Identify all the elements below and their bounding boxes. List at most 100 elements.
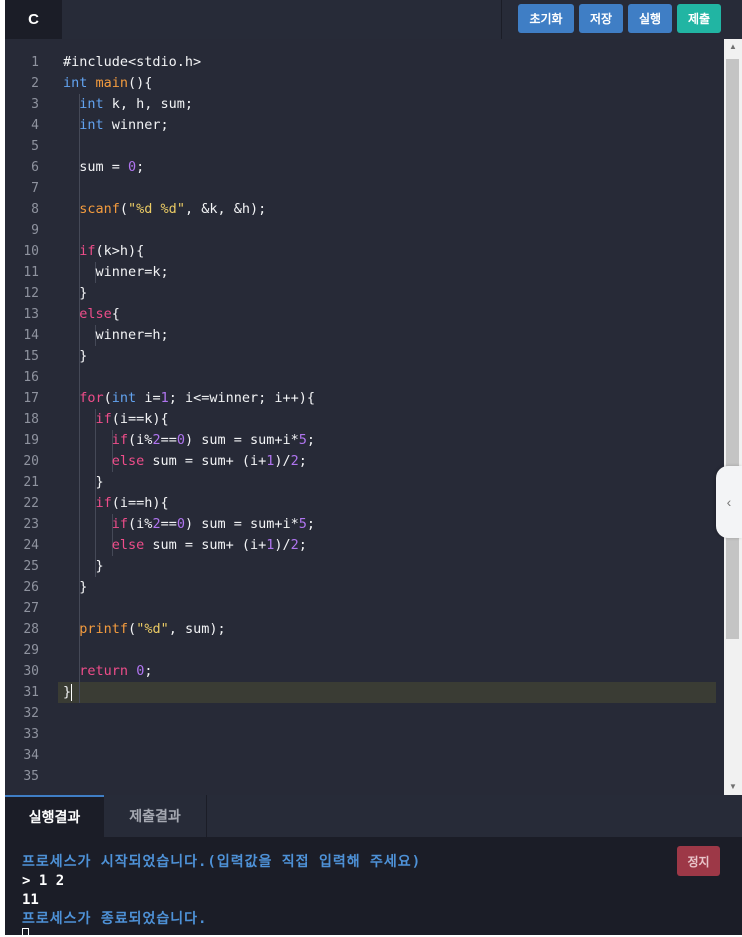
code-text: winner=h; bbox=[63, 327, 169, 343]
line-number: 5 bbox=[31, 139, 39, 154]
code-text: #include<stdio.h> bbox=[63, 54, 202, 70]
line-number: 6 bbox=[31, 160, 39, 175]
code-text: if(i%2==0) sum = sum+i*5; bbox=[111, 432, 316, 448]
submit-button[interactable]: 제출 bbox=[677, 4, 721, 33]
console-output[interactable]: 프로세스가 시작되었습니다.(입력값을 직접 입력해 주세요) > 1 2 11… bbox=[22, 853, 421, 929]
code-line[interactable]: 27 bbox=[5, 598, 724, 619]
text-cursor bbox=[71, 683, 73, 701]
code-line[interactable]: 31} bbox=[5, 682, 724, 703]
line-number: 2 bbox=[31, 76, 39, 91]
code-line[interactable]: 11 winner=k; bbox=[5, 262, 724, 283]
terminal-cursor bbox=[22, 928, 29, 937]
code-line[interactable]: 7 bbox=[5, 178, 724, 199]
code-line[interactable]: 19 if(i%2==0) sum = sum+i*5; bbox=[5, 430, 724, 451]
code-line[interactable]: 22 if(i==h){ bbox=[5, 493, 724, 514]
code-line[interactable]: 10 if(k>h){ bbox=[5, 241, 724, 262]
code-editor[interactable]: 1 #include<stdio.h> 2 int main(){ 3 int k, h… bbox=[5, 39, 724, 795]
code-text: else sum = sum+ (i+1)/2; bbox=[111, 453, 307, 469]
code-line[interactable]: 32 bbox=[5, 703, 724, 724]
code-line[interactable]: 28 printf("%d", sum); bbox=[5, 619, 724, 640]
line-number: 32 bbox=[23, 706, 39, 721]
line-number: 13 bbox=[23, 307, 39, 322]
line-number: 1 bbox=[31, 55, 39, 70]
code-text: else{ bbox=[79, 306, 120, 322]
code-line[interactable]: 21 } bbox=[5, 472, 724, 493]
code-line[interactable]: 4 int winner; bbox=[5, 115, 724, 136]
toolbar-divider bbox=[501, 0, 502, 39]
editor-toolbar: C 초기화 저장 실행 제출 bbox=[5, 0, 742, 39]
code-line[interactable]: 2 int main(){ bbox=[5, 73, 724, 94]
code-line[interactable]: 26 } bbox=[5, 577, 724, 598]
code-text: int winner; bbox=[79, 117, 169, 133]
line-number: 15 bbox=[23, 349, 39, 364]
reset-button[interactable]: 초기화 bbox=[518, 4, 574, 33]
code-line[interactable]: 25 } bbox=[5, 556, 724, 577]
code-line[interactable]: 9 bbox=[5, 220, 724, 241]
line-number: 30 bbox=[23, 664, 39, 679]
bottom-panel: 실행결과 제출결과 정지 프로세스가 시작되었습니다.(입력값을 직접 입력해 … bbox=[5, 795, 742, 937]
line-number: 19 bbox=[23, 433, 39, 448]
code-line[interactable]: 29 bbox=[5, 640, 724, 661]
line-number: 21 bbox=[23, 475, 39, 490]
save-button[interactable]: 저장 bbox=[579, 4, 623, 33]
line-number: 7 bbox=[31, 181, 39, 196]
line-number: 4 bbox=[31, 118, 39, 133]
line-number: 29 bbox=[23, 643, 39, 658]
code-line[interactable]: 34 bbox=[5, 745, 724, 766]
code-line[interactable]: 3 int k, h, sum; bbox=[5, 94, 724, 115]
code-line[interactable]: 1 #include<stdio.h> bbox=[5, 52, 724, 73]
code-line[interactable]: 15 } bbox=[5, 346, 724, 367]
code-line[interactable]: 16 bbox=[5, 367, 724, 388]
code-text: } bbox=[63, 474, 104, 490]
line-number: 31 bbox=[23, 685, 39, 700]
tab-run-result[interactable]: 실행결과 bbox=[5, 795, 104, 837]
code-text: } bbox=[63, 579, 88, 595]
line-number: 8 bbox=[31, 202, 39, 217]
code-text: if(k>h){ bbox=[79, 243, 145, 259]
code-text: int main(){ bbox=[63, 75, 153, 91]
process-start-message: 프로세스가 시작되었습니다.(입력값을 직접 입력해 주세요) bbox=[22, 854, 422, 870]
line-number: 20 bbox=[23, 454, 39, 469]
tab-submit-result[interactable]: 제출결과 bbox=[104, 795, 207, 837]
code-text: sum = 0; bbox=[63, 159, 145, 175]
line-number: 28 bbox=[23, 622, 39, 637]
code-text: printf("%d", sum); bbox=[79, 621, 226, 637]
console-output-line: 11 bbox=[22, 892, 39, 908]
code-line[interactable]: 6 sum = 0; bbox=[5, 157, 724, 178]
code-text: if(i==h){ bbox=[95, 495, 169, 511]
code-line[interactable]: 8 scanf("%d %d", &k, &h); bbox=[5, 199, 724, 220]
language-tab[interactable]: C bbox=[5, 0, 62, 39]
line-number: 27 bbox=[23, 601, 39, 616]
line-number: 14 bbox=[23, 328, 39, 343]
line-number: 9 bbox=[31, 223, 39, 238]
code-line[interactable]: 13 else{ bbox=[5, 304, 724, 325]
line-number: 34 bbox=[23, 748, 39, 763]
code-text: return 0; bbox=[79, 663, 153, 679]
code-line[interactable]: 20 else sum = sum+ (i+1)/2; bbox=[5, 451, 724, 472]
code-line[interactable]: 14 winner=h; bbox=[5, 325, 724, 346]
run-button[interactable]: 실행 bbox=[628, 4, 672, 33]
code-line[interactable]: 18 if(i==k){ bbox=[5, 409, 724, 430]
line-number: 16 bbox=[23, 370, 39, 385]
stop-button[interactable]: 정지 bbox=[677, 846, 720, 876]
code-text: int k, h, sum; bbox=[79, 96, 194, 112]
console-input-line: > 1 2 bbox=[22, 873, 65, 889]
code-line[interactable]: 35 bbox=[5, 766, 724, 787]
editor-scrollbar[interactable]: ▲ ▼ bbox=[724, 39, 742, 795]
code-line[interactable]: 12 } bbox=[5, 283, 724, 304]
code-line[interactable]: 30 return 0; bbox=[5, 661, 724, 682]
scroll-up-icon[interactable]: ▲ bbox=[729, 42, 737, 51]
code-line[interactable]: 5 bbox=[5, 136, 724, 157]
code-line[interactable]: 17 for(int i=1; i<=winner; i++){ bbox=[5, 388, 724, 409]
code-line[interactable]: 23 if(i%2==0) sum = sum+i*5; bbox=[5, 514, 724, 535]
code-text: for(int i=1; i<=winner; i++){ bbox=[79, 390, 316, 406]
line-number: 3 bbox=[31, 97, 39, 112]
code-line[interactable]: 24 else sum = sum+ (i+1)/2; bbox=[5, 535, 724, 556]
line-number: 17 bbox=[23, 391, 39, 406]
scroll-down-icon[interactable]: ▼ bbox=[729, 782, 737, 791]
scrollbar-thumb[interactable] bbox=[726, 59, 739, 639]
code-line[interactable]: 33 bbox=[5, 724, 724, 745]
side-panel-toggle[interactable]: ‹ bbox=[716, 466, 742, 538]
code-text: scanf("%d %d", &k, &h); bbox=[79, 201, 267, 217]
line-number: 25 bbox=[23, 559, 39, 574]
